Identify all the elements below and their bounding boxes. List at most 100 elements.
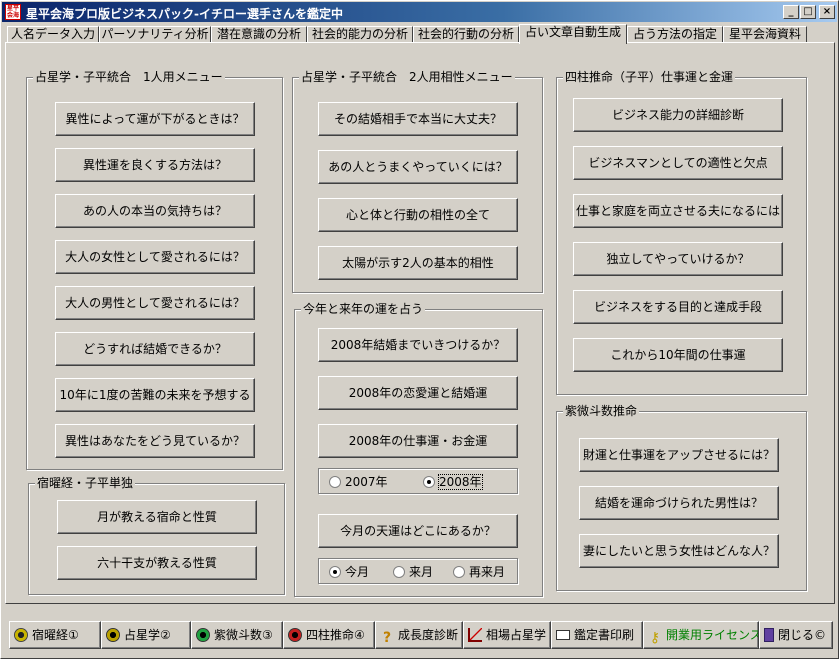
menu-button[interactable]: その結婚相手で本当に大丈夫？ [318, 102, 518, 136]
menu-button[interactable]: あの人の本当の気持ちは？ [55, 194, 255, 228]
menu-button[interactable]: 結婚を運命づけられた男性は？ [579, 486, 779, 520]
menu-button[interactable]: 心と体と行動の相性の全て [318, 198, 518, 232]
shichu-button[interactable]: 四柱推命④ [283, 621, 375, 649]
bottom-button-label: 開業用ライセンス [666, 628, 759, 642]
year-radio-label: 2007年 [345, 475, 388, 489]
print-report-button[interactable]: 鑑定書印刷 [551, 621, 643, 649]
maximize-button[interactable]: □ [800, 5, 816, 19]
tab-auto-text[interactable]: 占い文章自動生成 [519, 24, 627, 44]
month-radio-label: 再来月 [469, 565, 506, 579]
month-radio-label: 来月 [409, 565, 434, 579]
tab-social-behavior[interactable]: 社会的行動の分析 [413, 26, 519, 43]
shibi-group: 紫微斗数推命 財運と仕事運をアップさせるには？ 結婚を運命づけられた男性は？ 妻… [556, 404, 807, 591]
door-icon [764, 628, 774, 642]
shukuyo-button[interactable]: 宿曜経① [9, 621, 101, 649]
menu-button[interactable]: ビジネスマンとしての適性と欠点 [573, 146, 783, 180]
tab-name-data-input[interactable]: 人名データ入力 [7, 26, 99, 43]
menu-button[interactable]: 財運と仕事運をアップさせるには？ [579, 438, 779, 472]
menu-button[interactable]: ビジネスをする目的と達成手段 [573, 290, 783, 324]
radio-circle-icon [329, 476, 341, 488]
menu-button[interactable]: 大人の男性として愛されるには？ [55, 286, 255, 320]
app-window: 星平会海 星平会海プロ版ビジネスパック-イチロー選手さんを鑑定中 _ □ × 人… [0, 0, 839, 659]
menu-button[interactable]: 2008年の仕事運・お金運 [318, 424, 518, 458]
shichu-group: 四柱推命（子平）仕事運と金運 ビジネス能力の詳細診断 ビジネスマンとしての適性と… [556, 70, 807, 395]
printer-icon [556, 630, 570, 640]
market-astrology-button[interactable]: 相場占星学 [463, 621, 551, 649]
menu-button[interactable]: 月が教える宿命と性質 [57, 500, 257, 534]
shukuyo-group: 宿曜経・子平単独 月が教える宿命と性質 六十干支が教える性質 [28, 476, 285, 595]
key-icon: ⚷ [649, 630, 661, 646]
astro-pair-menu-title: 占星学・子平統合 2人用相性メニュー [299, 70, 515, 84]
bottom-button-label: 相場占星学 [486, 628, 547, 642]
bottom-button-label: 鑑定書印刷 [574, 628, 635, 642]
year-luck-title: 今年と来年の運を占う [301, 302, 426, 316]
bottom-button-label: 占星学② [124, 628, 171, 642]
tab-subconscious[interactable]: 潜在意識の分析 [211, 26, 307, 43]
menu-button[interactable]: ビジネス能力の詳細診断 [573, 98, 783, 132]
month-radio-after-next[interactable]: 再来月 [453, 565, 505, 579]
menu-button[interactable]: 太陽が示す2人の基本的相性 [318, 246, 518, 280]
menu-button[interactable]: 大人の女性として愛されるには？ [55, 240, 255, 274]
tab-social-ability[interactable]: 社会的能力の分析 [307, 26, 413, 43]
app-logo-icon: 星平会海 [5, 4, 21, 20]
year-radio-2007[interactable]: 2007年 [329, 475, 388, 489]
menu-button[interactable]: 2008年の恋愛運と結婚運 [318, 376, 518, 410]
menu-button[interactable]: 異性はあなたをどう見ているか？ [55, 424, 255, 458]
menu-button[interactable]: 妻にしたいと思う女性はどんな人？ [579, 534, 779, 568]
menu-button[interactable]: 異性運を良くする方法は？ [55, 148, 255, 182]
bottom-button-label: 四柱推命④ [306, 628, 365, 642]
year-luck-group: 今年と来年の運を占う 2008年結婚までいきつけるか？ 2008年の恋愛運と結婚… [294, 302, 543, 597]
tab-bar: 人名データ入力 パーソナリティ分析 潜在意識の分析 社会的能力の分析 社会的行動… [5, 24, 835, 44]
radio-circle-icon [393, 566, 405, 578]
bottom-toolbar: 宿曜経① 占星学② 紫微斗数③ 四柱推命④ ? 成長度診断 相場占星学 鑑定書印刷… [5, 621, 835, 649]
menu-button[interactable]: どうすれば結婚できるか？ [55, 332, 255, 366]
tab-method[interactable]: 占う方法の指定 [627, 26, 723, 43]
menu-button[interactable]: 六十干支が教える性質 [57, 546, 257, 580]
menu-button[interactable]: 10年に1度の苦難の未来を予想する [55, 378, 255, 412]
minimize-button[interactable]: _ [783, 5, 799, 19]
ring-yellow-icon [14, 628, 28, 642]
astro-single-menu-title: 占星学・子平統合 1人用メニュー [33, 70, 225, 84]
tab-personality[interactable]: パーソナリティ分析 [99, 26, 211, 43]
ring-green-icon [196, 628, 210, 642]
month-radio-group: 今月 来月 再来月 [318, 558, 518, 584]
window-title: 星平会海プロ版ビジネスパック-イチロー選手さんを鑑定中 [26, 7, 343, 21]
year-radio-group: 2007年 2008年 [318, 468, 518, 494]
menu-button[interactable]: 異性によって運が下がるときは？ [55, 102, 255, 136]
year-radio-2008[interactable]: 2008年 [423, 474, 483, 490]
bottom-button-label: 成長度診断 [398, 628, 459, 642]
tab-materials[interactable]: 星平会海資料 [723, 26, 807, 43]
shibi-button[interactable]: 紫微斗数③ [191, 621, 283, 649]
growth-diagnosis-button[interactable]: ? 成長度診断 [375, 621, 463, 649]
bottom-button-label: 宿曜経① [32, 628, 79, 642]
radio-circle-icon [453, 566, 465, 578]
year-radio-label: 2008年 [438, 474, 483, 490]
ring-black-icon [106, 628, 120, 642]
menu-button[interactable]: 独立してやっていけるか？ [573, 242, 783, 276]
shichu-title: 四柱推命（子平）仕事運と金運 [563, 70, 736, 84]
bottom-button-label: 紫微斗数③ [214, 628, 273, 642]
month-luck-button[interactable]: 今月の天運はどこにあるか？ [318, 514, 518, 548]
close-window-button[interactable]: × [819, 5, 835, 19]
tab-panel: 占星学・子平統合 1人用メニュー 異性によって運が下がるときは？ 異性運を良くす… [5, 42, 835, 604]
license-button[interactable]: ⚷ 開業用ライセンス [643, 621, 759, 649]
shibi-title: 紫微斗数推命 [563, 404, 640, 418]
bottom-button-label: 閉じる© [778, 628, 827, 642]
radio-selected-icon [329, 566, 341, 578]
menu-button[interactable]: 2008年結婚までいきつけるか？ [318, 328, 518, 362]
menu-button[interactable]: あの人とうまくやっていくには？ [318, 150, 518, 184]
astrology-button[interactable]: 占星学② [101, 621, 191, 649]
close-app-button[interactable]: 閉じる© [759, 621, 833, 649]
astro-pair-menu-group: 占星学・子平統合 2人用相性メニュー その結婚相手で本当に大丈夫？ あの人とうま… [292, 70, 543, 293]
month-radio-next[interactable]: 来月 [393, 565, 433, 579]
ring-red-icon [288, 628, 302, 642]
month-radio-this[interactable]: 今月 [329, 565, 369, 579]
astro-single-menu-group: 占星学・子平統合 1人用メニュー 異性によって運が下がるときは？ 異性運を良くす… [26, 70, 283, 470]
menu-button[interactable]: これから10年間の仕事運 [573, 338, 783, 372]
title-bar[interactable]: 星平会海 星平会海プロ版ビジネスパック-イチロー選手さんを鑑定中 _ □ × [2, 2, 837, 22]
chart-icon [468, 628, 482, 642]
month-radio-label: 今月 [345, 565, 370, 579]
menu-button[interactable]: 仕事と家庭を両立させる夫になるには [573, 194, 783, 228]
radio-selected-icon [423, 476, 435, 488]
question-icon: ? [382, 630, 392, 646]
